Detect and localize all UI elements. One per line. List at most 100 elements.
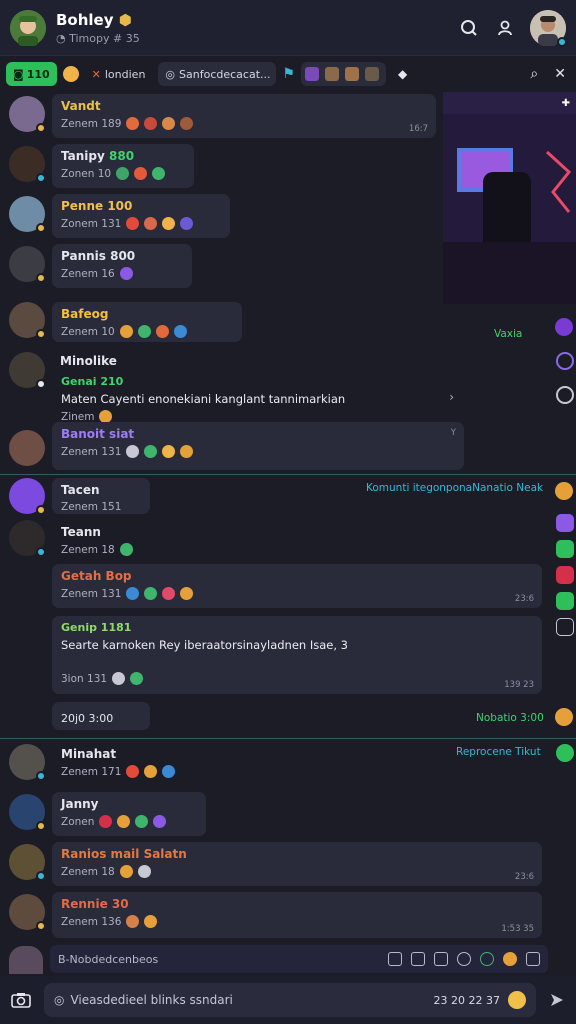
message-bubble[interactable]: Getah Bop Zenem 131 23:6 xyxy=(52,564,542,608)
avatar[interactable] xyxy=(9,196,46,233)
app-icon[interactable] xyxy=(556,618,574,636)
close-icon[interactable]: ✕ xyxy=(554,66,566,82)
profile-avatar[interactable] xyxy=(530,9,567,47)
message-meta: Zenem 18 xyxy=(61,543,147,556)
avatar[interactable] xyxy=(9,146,46,183)
avatar[interactable] xyxy=(9,844,46,881)
tab-count[interactable]: ◙ 110 xyxy=(6,62,57,86)
attach-icon[interactable]: ◎ xyxy=(54,993,64,1007)
emoji-tool-icon[interactable] xyxy=(503,952,517,966)
avatar[interactable] xyxy=(9,430,45,466)
message-author: Tanipy 880 xyxy=(61,149,135,163)
date-chip: 20j0 3:00 xyxy=(52,702,150,730)
avatar[interactable] xyxy=(9,946,43,974)
send-icon[interactable] xyxy=(546,993,568,1007)
image-tool-icon[interactable] xyxy=(388,952,402,966)
message-bubble[interactable]: Genip 1181 Searte karnoken Rey iberaator… xyxy=(52,616,542,694)
message-bubble[interactable]: Rennie 30 Zenem 136 1:53 35 xyxy=(52,892,542,938)
avatar[interactable] xyxy=(9,744,46,781)
crossed-swords-icon: ✕ xyxy=(91,67,101,81)
header: Bohley ⬢ ◔ Timopy # 35 xyxy=(0,0,576,56)
avatar[interactable] xyxy=(9,96,46,133)
message-author: Rennie 30 xyxy=(61,897,129,911)
message-meta: Zenem 10 xyxy=(61,325,233,338)
status-dot xyxy=(36,547,46,557)
file-tool-icon[interactable] xyxy=(434,952,448,966)
message-meta: Zonem 131 xyxy=(61,217,221,230)
section-divider xyxy=(0,738,576,739)
avatar[interactable] xyxy=(9,302,46,339)
message-input[interactable]: ◎ Vieasdedieel blinks ssndari 23 20 22 3… xyxy=(44,983,536,1017)
composer-toolbar-label: B-Nobdedcenbeos xyxy=(58,952,159,966)
app-icon[interactable] xyxy=(556,540,574,558)
message-bubble[interactable]: Teann Zenem 18 xyxy=(52,520,156,556)
page-title: Bohley ⬢ xyxy=(56,10,132,29)
avatar[interactable] xyxy=(9,352,46,389)
message-bubble[interactable]: Minahat Zenem 171 xyxy=(52,742,212,782)
camera-icon[interactable] xyxy=(8,992,34,1008)
app-icon[interactable] xyxy=(556,352,574,370)
channel-avatar[interactable] xyxy=(10,9,46,46)
avatar[interactable] xyxy=(9,478,46,515)
search-icon[interactable] xyxy=(456,15,482,41)
channel-avatar-image xyxy=(10,9,46,46)
message-author: Penne 100 xyxy=(61,199,133,213)
message-list[interactable]: Vandt Zenem 189 16:7 Tanipy 880 Zonen 10… xyxy=(0,90,576,944)
message-author: Ranios mail Salatn xyxy=(61,847,187,861)
message-bubble[interactable]: Tanipy 880 Zonen 10 xyxy=(52,144,194,188)
avatar[interactable] xyxy=(9,894,46,931)
message-bubble[interactable]: Banoit siat Zenem 131 Y xyxy=(52,422,464,470)
search-tab-icon[interactable]: ⌕ xyxy=(530,66,538,82)
chevron-right-icon[interactable]: › xyxy=(449,390,454,404)
message-bubble[interactable]: Penne 100 Zonem 131 xyxy=(52,194,230,238)
app-icon[interactable] xyxy=(555,318,573,336)
user-icon[interactable] xyxy=(492,15,518,41)
eye-icon[interactable] xyxy=(556,386,574,404)
app-icon[interactable] xyxy=(556,744,574,762)
message-bubble[interactable]: Bafeog Zenem 10 xyxy=(52,302,242,342)
gif-tool-icon[interactable] xyxy=(411,952,425,966)
app-icon[interactable] xyxy=(556,566,574,584)
more-tool-icon[interactable] xyxy=(526,952,540,966)
pen-tool-icon[interactable] xyxy=(457,952,471,966)
expand-icon[interactable]: ✚ xyxy=(562,98,570,109)
status-dot xyxy=(36,329,46,339)
message-author: Bafeog xyxy=(61,307,109,321)
message-bubble[interactable]: Genai 210 Maten Cayenti enonekiani kangl… xyxy=(52,354,464,423)
emoji-icon[interactable] xyxy=(508,991,526,1009)
message-bubble[interactable]: Janny Zonen xyxy=(52,792,206,836)
tab-thumbnails[interactable] xyxy=(300,62,386,86)
sticker-tool-icon[interactable] xyxy=(480,952,494,966)
status-dot xyxy=(36,505,46,515)
app-icon[interactable] xyxy=(555,482,573,500)
nobatio-note: Nobatio 3:00 xyxy=(476,712,544,724)
avatar[interactable] xyxy=(9,246,46,283)
message-bubble[interactable]: Vandt Zenem 189 16:7 xyxy=(52,94,436,138)
status-dot xyxy=(36,173,46,183)
header-text: Bohley ⬢ ◔ Timopy # 35 xyxy=(56,11,446,45)
app-icon[interactable] xyxy=(555,708,573,726)
thumb-3-icon xyxy=(344,67,359,81)
message-meta: Zenem 18 xyxy=(61,865,533,878)
avatar[interactable] xyxy=(9,520,46,557)
composer: ◎ Vieasdedieel blinks ssndari 23 20 22 3… xyxy=(0,976,576,1024)
emoji-icon[interactable] xyxy=(62,66,79,82)
message-bubble[interactable]: Ranios mail Salatn Zenem 18 23:6 xyxy=(52,842,542,886)
tab-search[interactable]: ◎ Sanfocdecacat... xyxy=(158,62,277,86)
message-bubble[interactable]: Tacen Zenem 151 xyxy=(52,478,150,514)
avatar[interactable] xyxy=(9,794,46,831)
message-bubble[interactable]: Pannis 800 Zenem 16 xyxy=(52,244,192,288)
composer-toolbar: B-Nobdedcenbeos xyxy=(50,945,548,973)
search-icon: ◎ xyxy=(165,67,176,81)
message-meta: Zenem 189 xyxy=(61,117,427,130)
app-icon[interactable] xyxy=(556,514,574,532)
komunti-note: Komunti itegonponaNanatio Neak xyxy=(366,482,544,494)
tab-active[interactable]: ✕ londien xyxy=(85,62,153,86)
message-timestamp: 23:6 xyxy=(514,872,534,882)
diamond-icon[interactable]: ◆ xyxy=(398,67,407,81)
status-dot xyxy=(36,123,46,133)
shared-image[interactable]: ✚ xyxy=(443,92,576,304)
message-author: Pannis 800 xyxy=(61,249,136,263)
app-icon[interactable] xyxy=(556,592,574,610)
flag-icon[interactable]: ⚑ xyxy=(282,66,295,82)
